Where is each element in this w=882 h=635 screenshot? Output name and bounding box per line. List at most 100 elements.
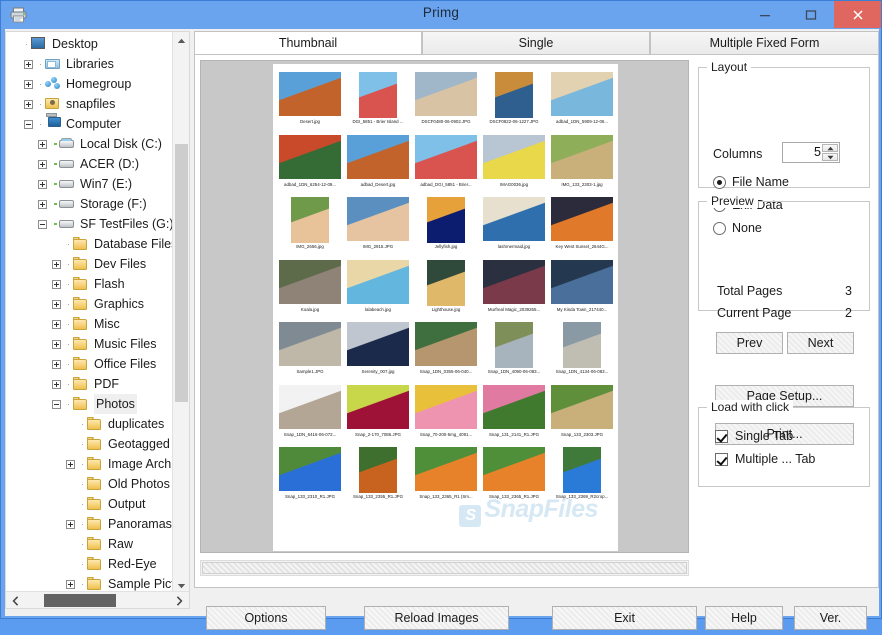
thumbnail-cell[interactable]: IMG_2656.jpg: [276, 197, 344, 259]
collapse-icon[interactable]: [52, 399, 61, 409]
thumbnail-image[interactable]: [483, 259, 545, 304]
tree-item-output[interactable]: · Output: [6, 494, 172, 514]
options-button[interactable]: Options: [206, 606, 326, 630]
expand-icon[interactable]: [52, 259, 61, 269]
thumbnail-cell[interactable]: Snap_2-170_7086.JPG: [344, 384, 412, 447]
thumbnail-image[interactable]: [347, 197, 409, 241]
prev-page-button[interactable]: Prev: [716, 332, 783, 354]
maximize-button[interactable]: [788, 1, 834, 28]
tree-item-local-disk-c[interactable]: ·Local Disk (C:): [6, 134, 172, 154]
thumbnail-cell[interactable]: IMG_133_2303-1.jpg: [548, 134, 616, 197]
scroll-right-icon[interactable]: [171, 592, 188, 609]
tree-item-raw[interactable]: · Raw: [6, 534, 172, 554]
thumbnail-image[interactable]: [415, 322, 477, 366]
thumbnail-image[interactable]: [427, 197, 465, 243]
tree-item-old-photos[interactable]: · Old Photos: [6, 474, 172, 494]
tree-item-office-files[interactable]: · Office Files: [6, 354, 172, 374]
thumbnail-image[interactable]: [415, 72, 477, 116]
thumbnail-cell[interactable]: adbad_DGI_5851 - Brier...: [412, 134, 480, 197]
thumbnail-cell[interactable]: Snap_1DN_6416-06-072...: [276, 384, 344, 447]
collapse-icon[interactable]: [38, 219, 47, 229]
checkbox-single-tab-indicator[interactable]: [715, 429, 728, 443]
expand-icon[interactable]: [24, 79, 33, 89]
version-button[interactable]: Ver.: [794, 606, 867, 630]
tree-item-pdf[interactable]: · PDF: [6, 374, 172, 394]
tree-item-graphics[interactable]: · Graphics: [6, 294, 172, 314]
thumbnail-image[interactable]: [427, 259, 465, 306]
tab-single[interactable]: Single: [422, 31, 650, 55]
thumbnail-image[interactable]: [495, 72, 533, 118]
tree-item-sf-testfiles-g[interactable]: ·SF TestFiles (G:): [6, 214, 172, 234]
expand-icon[interactable]: [66, 459, 75, 469]
thumbnail-cell[interactable]: Snap_131_2141_R1.JPG: [480, 384, 548, 447]
reload-images-button[interactable]: Reload Images: [364, 606, 509, 630]
thumbnail-cell[interactable]: DGI_5851 - Brier Island ...: [344, 72, 412, 134]
thumbnail-image[interactable]: [279, 134, 341, 179]
tree-item-snapfiles[interactable]: · snapfiles: [6, 94, 172, 114]
stepper-up-icon[interactable]: [822, 144, 838, 152]
expand-icon[interactable]: [24, 59, 33, 69]
thumbnail-cell[interactable]: Snap_133_2365_R1 (Sm...: [412, 447, 480, 509]
tree-item-photos[interactable]: · Photos: [6, 394, 172, 414]
help-button[interactable]: Help: [705, 606, 783, 630]
thumbnail-cell[interactable]: adbad_1DN_6254-12-09...: [276, 134, 344, 197]
thumbnail-cell[interactable]: IMAG0036.jpg: [480, 134, 548, 197]
thumbnail-cell[interactable]: My Kinda Town_217440...: [548, 259, 616, 322]
thumbnail-cell[interactable]: Serenity_007.jpg: [344, 322, 412, 384]
thumbnail-image[interactable]: [495, 322, 533, 368]
scroll-left-icon[interactable]: [7, 592, 24, 609]
thumbnail-image[interactable]: [291, 197, 329, 243]
print-preview-area[interactable]: Desert.jpg DGI_5851 - Brier Island ... DSC…: [200, 60, 689, 553]
thumbnail-image[interactable]: [551, 259, 613, 304]
tree-item-geotagged[interactable]: · Geotagged: [6, 434, 172, 454]
tree-item-storage-f[interactable]: ·Storage (F:): [6, 194, 172, 214]
exit-button[interactable]: Exit: [552, 606, 697, 630]
tree-item-misc[interactable]: · Misc: [6, 314, 172, 334]
preview-horizontal-scrollbar[interactable]: [200, 560, 689, 576]
thumbnail-cell[interactable]: Snap_1DN_4134-06-083...: [548, 322, 616, 384]
tree-item-panoramas[interactable]: · Panoramas: [6, 514, 172, 534]
thumbnail-image[interactable]: [483, 197, 545, 241]
thumbnail-cell[interactable]: adbad_1DN_5909-12-06...: [548, 72, 616, 134]
expand-icon[interactable]: [52, 319, 61, 329]
thumbnail-cell[interactable]: Koala.jpg: [276, 259, 344, 322]
tab-multiple-fixed-form[interactable]: Multiple Fixed Form: [650, 31, 879, 55]
thumbnail-cell[interactable]: adbad_Desert.jpg: [344, 134, 412, 197]
thumbnail-cell[interactable]: Snap_133_2303.JPG: [548, 384, 616, 447]
thumbnail-cell[interactable]: Snap_133_2310_R1.JPG: [276, 447, 344, 509]
thumbnail-cell[interactable]: Jellyfish.jpg: [412, 197, 480, 259]
thumbnail-cell[interactable]: IMG_2915.JPG: [344, 197, 412, 259]
expand-icon[interactable]: [66, 579, 75, 589]
thumbnail-image[interactable]: [551, 197, 613, 241]
columns-stepper-buttons[interactable]: [822, 144, 838, 161]
thumbnail-cell[interactable]: Murfreal Magic_2039265...: [480, 259, 548, 322]
tab-thumbnail[interactable]: Thumbnail: [194, 31, 422, 55]
tree-item-homegroup[interactable]: · Homegroup: [6, 74, 172, 94]
stepper-down-icon[interactable]: [822, 153, 838, 161]
thumbnail-image[interactable]: [415, 384, 477, 429]
thumbnail-image[interactable]: [279, 259, 341, 304]
next-page-button[interactable]: Next: [787, 332, 854, 354]
tree-item-flash[interactable]: · Flash: [6, 274, 172, 294]
tree-item-dev-files[interactable]: · Dev Files: [6, 254, 172, 274]
thumbnail-image[interactable]: [359, 447, 397, 493]
expand-icon[interactable]: [38, 159, 47, 169]
thumbnail-image[interactable]: [483, 447, 545, 491]
tree-item-duplicates[interactable]: · duplicates: [6, 414, 172, 434]
expand-icon[interactable]: [24, 99, 33, 109]
thumbnail-cell[interactable]: DSCF0480-06-0902.JPG: [412, 72, 480, 134]
thumbnail-cell[interactable]: lalabeach.jpg: [344, 259, 412, 322]
thumbnail-cell[interactable]: Sample1.JPG: [276, 322, 344, 384]
thumbnail-grid[interactable]: Desert.jpg DGI_5851 - Brier Island ... DSC…: [276, 72, 616, 542]
thumbnail-image[interactable]: [483, 134, 545, 179]
preview-horizontal-scroll-thumb[interactable]: [202, 562, 687, 574]
tree-item-music-files[interactable]: · Music Files: [6, 334, 172, 354]
thumbnail-image[interactable]: [279, 72, 341, 116]
thumbnail-image[interactable]: [359, 72, 397, 118]
thumbnail-cell[interactable]: DSCF0822-06-1227.JPG: [480, 72, 548, 134]
thumbnail-image[interactable]: [347, 259, 409, 304]
tree-item-libraries[interactable]: · Libraries: [6, 54, 172, 74]
thumbnail-image[interactable]: [551, 134, 613, 179]
thumbnail-image[interactable]: [483, 384, 545, 429]
tree-item-acer-d[interactable]: ·ACER (D:): [6, 154, 172, 174]
